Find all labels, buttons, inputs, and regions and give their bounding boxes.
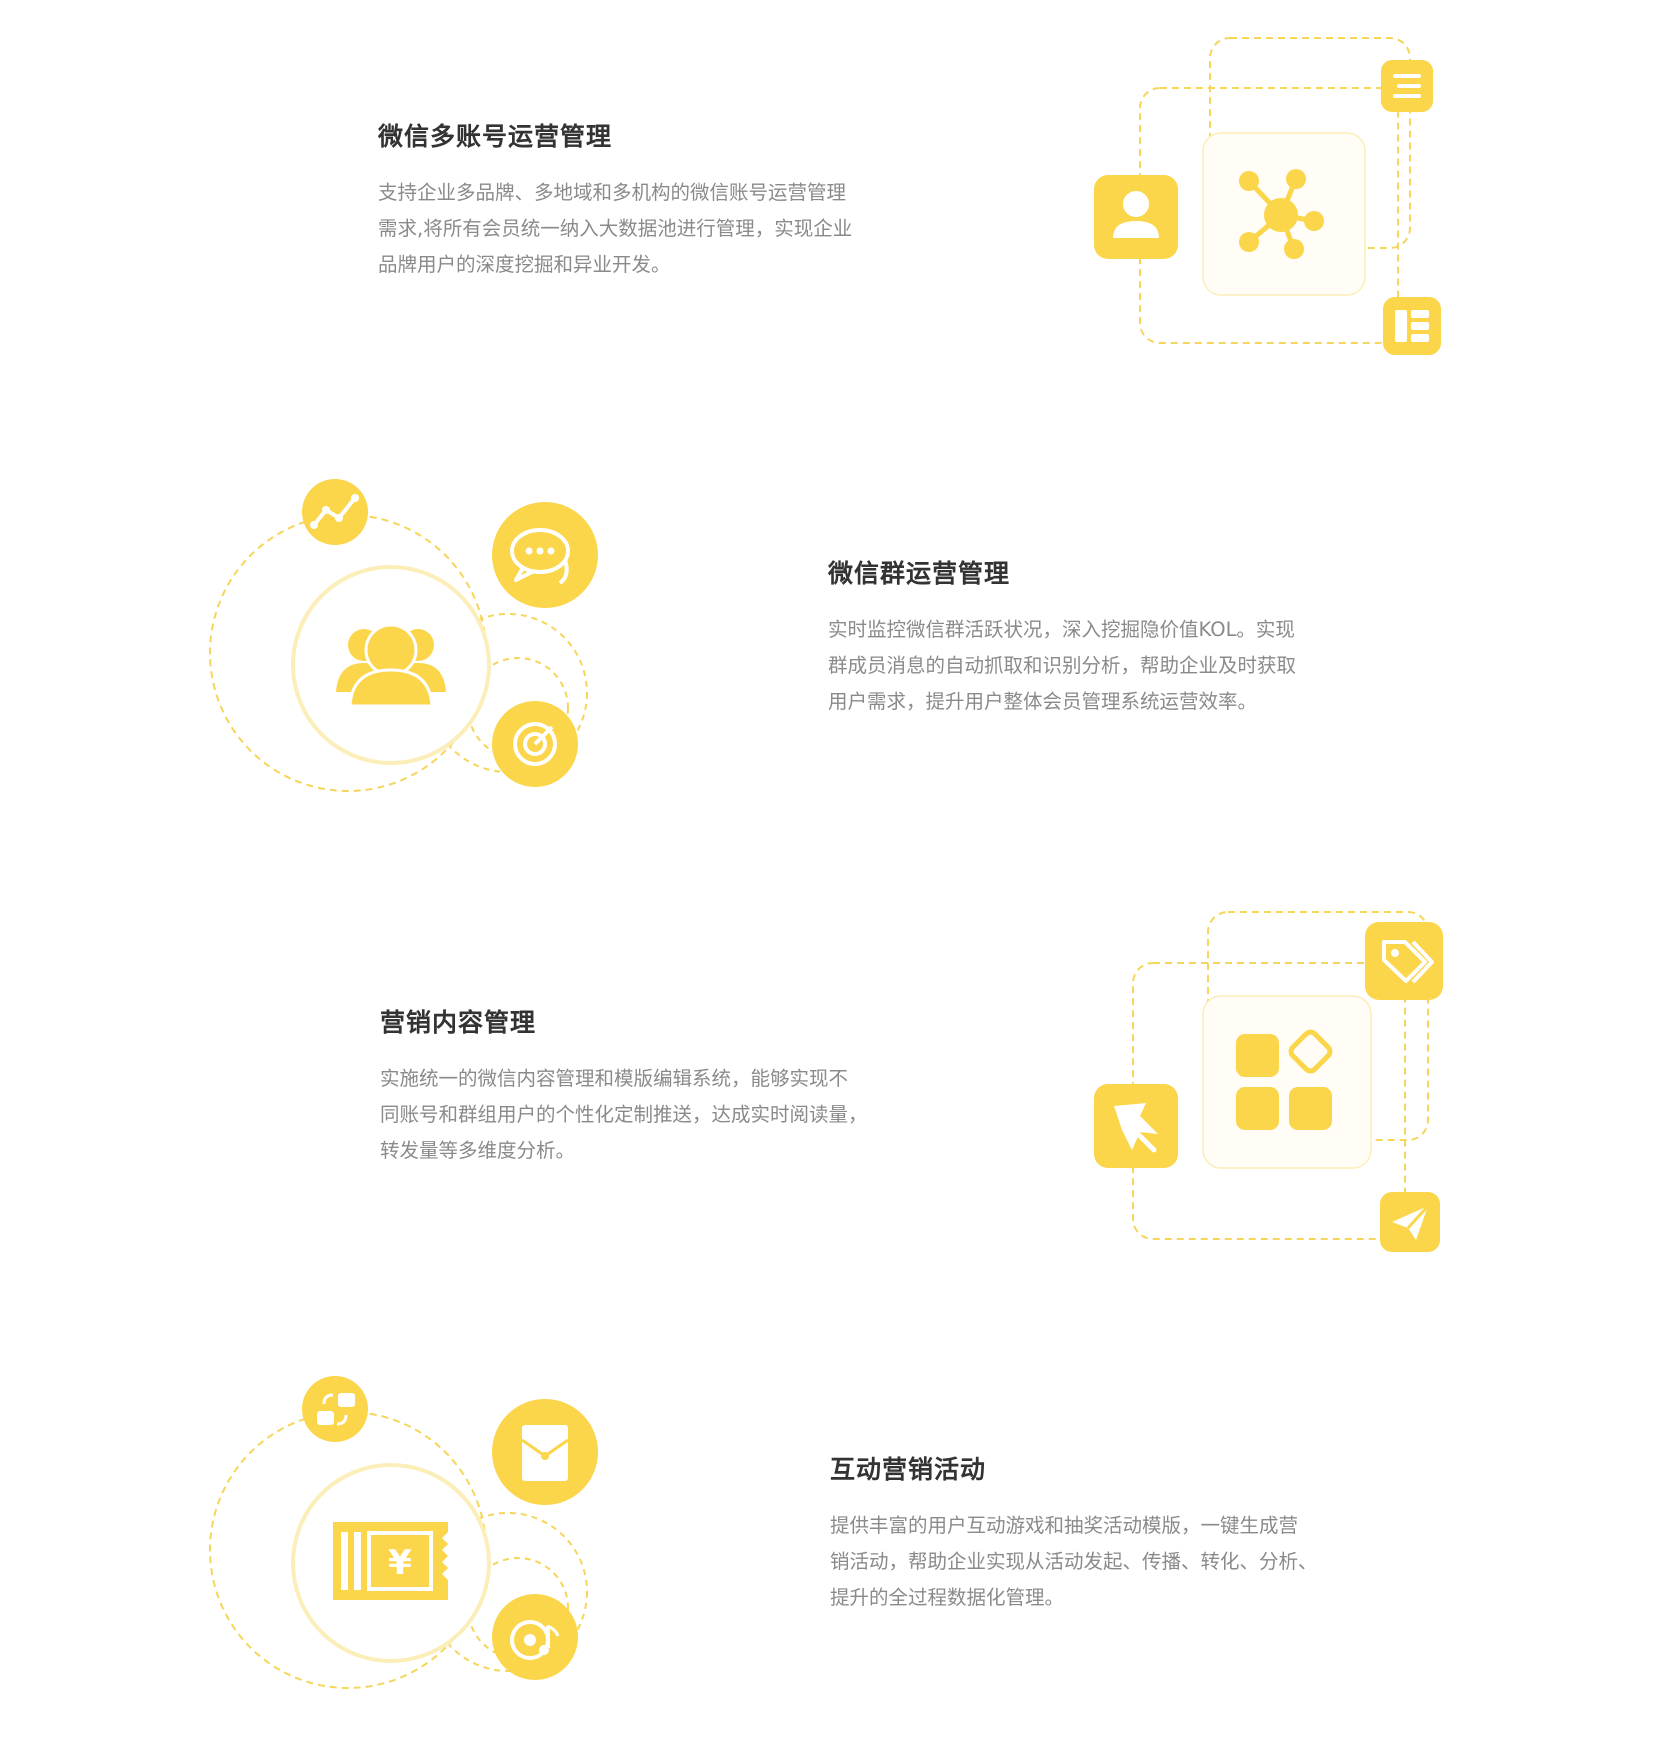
chat-icon (492, 502, 598, 608)
section-title: 微信群运营管理 (828, 559, 1011, 588)
svg-text:¥: ¥ (388, 1543, 412, 1583)
tag-icon (1365, 922, 1443, 1000)
pin-icon (1094, 1084, 1178, 1168)
section-title: 营销内容管理 (380, 1008, 537, 1037)
list-icon (1381, 60, 1433, 112)
send-icon (1380, 1192, 1440, 1252)
section-title: 互动营销活动 (830, 1455, 987, 1484)
envelope-icon (492, 1399, 598, 1505)
trend-icon (302, 479, 368, 545)
target-icon (492, 701, 578, 787)
coupon-icon: ¥ (333, 1522, 448, 1600)
section-title: 微信多账号运营管理 (378, 122, 613, 151)
group-chat-illustration (209, 479, 598, 792)
section-description: 实时监控微信群活跃状况，深入挖掘隐价值KOL。实现 群成员消息的自动抓取和识别分… (828, 618, 1297, 713)
user-icon (1094, 175, 1178, 259)
section-1-text: 微信多账号运营管理 支持企业多品牌、多地域和多机构的微信账号运营管理 需求,将所… (378, 117, 852, 283)
marketing-activity-illustration: ¥ (209, 1376, 598, 1689)
section-description: 支持企业多品牌、多地域和多机构的微信账号运营管理 需求,将所有会员统一纳入大数据… (378, 181, 853, 276)
group-icon (336, 623, 446, 708)
section-2-text: 微信群运营管理 实时监控微信群活跃状况，深入挖掘隐价值KOL。实现 群成员消息的… (828, 554, 1296, 720)
section-4-text: 互动营销活动 提供丰富的用户互动游戏和抽奖活动模版，一键生成营 销活动，帮助企业… (830, 1450, 1318, 1616)
exchange-icon (302, 1376, 368, 1442)
content-management-illustration (1094, 911, 1443, 1252)
section-description: 实施统一的微信内容管理和模版编辑系统，能够实现不 同账号和群组用户的个性化定制推… (380, 1067, 868, 1162)
section-3-text: 营销内容管理 实施统一的微信内容管理和模版编辑系统，能够实现不 同账号和群组用户… (380, 1003, 868, 1169)
music-icon (492, 1594, 578, 1680)
layout-icon (1383, 297, 1441, 355)
section-description: 提供丰富的用户互动游戏和抽奖活动模版，一键生成营 销活动，帮助企业实现从活动发起… (830, 1514, 1318, 1609)
multi-account-illustration (1094, 37, 1441, 355)
